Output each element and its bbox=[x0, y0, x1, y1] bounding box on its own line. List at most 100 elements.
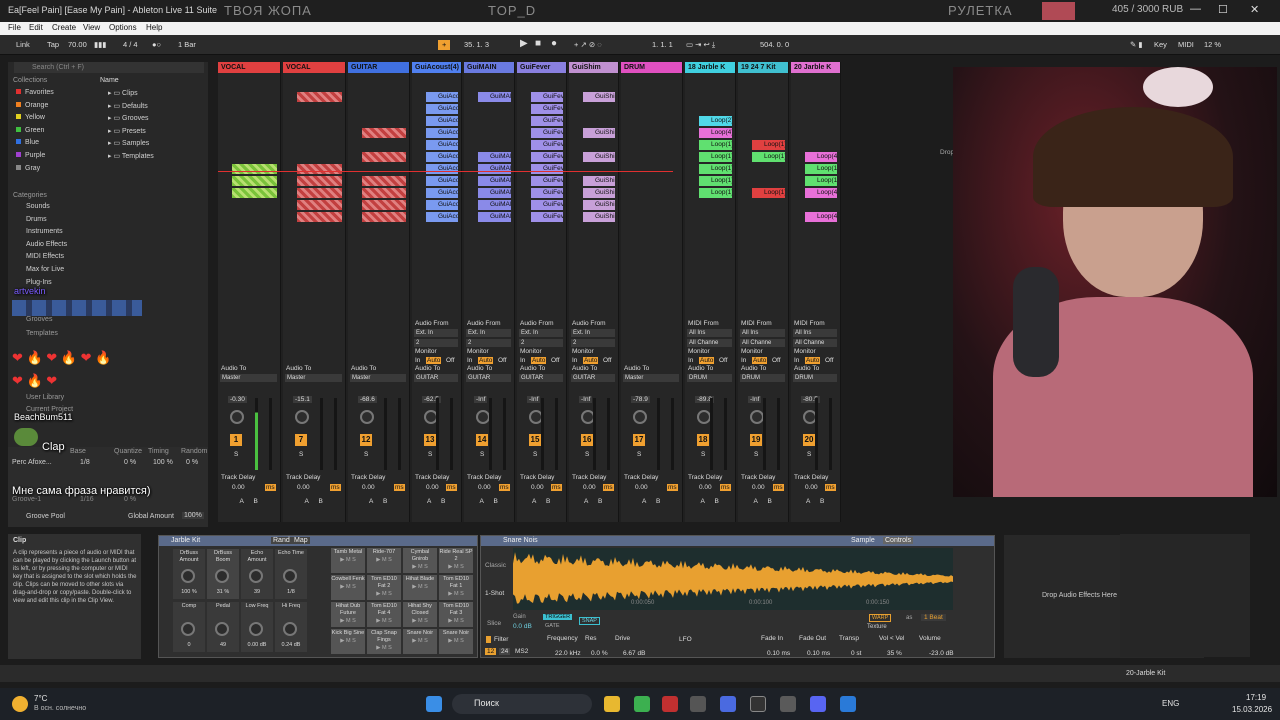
track-delay-unit[interactable]: ms bbox=[394, 484, 405, 491]
clip-slot[interactable] bbox=[362, 200, 406, 210]
quantize-select[interactable]: 1 Bar bbox=[178, 40, 196, 49]
macro-knob[interactable] bbox=[283, 569, 297, 583]
collection-4[interactable]: Blue bbox=[16, 139, 39, 146]
track-header[interactable]: GuiFever bbox=[517, 62, 566, 73]
clip-slot[interactable] bbox=[232, 188, 277, 198]
drum-pad[interactable]: Ride-707 ▶ M S bbox=[367, 548, 401, 573]
drum-pad-buttons[interactable]: ▶ M S bbox=[403, 584, 437, 591]
track-header[interactable]: VOCAL bbox=[283, 62, 345, 73]
menu-create[interactable]: Create bbox=[52, 23, 76, 32]
track-activator-button[interactable]: 7 bbox=[295, 434, 307, 446]
follow-icon[interactable]: ●○ bbox=[152, 40, 161, 49]
solo-button[interactable]: S bbox=[480, 451, 484, 458]
category-0[interactable]: Sounds bbox=[26, 203, 50, 210]
crossfade-b-button[interactable]: B bbox=[383, 498, 387, 505]
fader-track[interactable] bbox=[398, 398, 401, 470]
output-select[interactable]: GUITAR bbox=[414, 374, 458, 382]
input-source-select[interactable]: All Ins bbox=[793, 329, 837, 337]
filter-toggle[interactable]: Filter bbox=[486, 636, 508, 643]
crossfade-b-button[interactable]: B bbox=[656, 498, 660, 505]
clip-slot[interactable]: GuiShim bbox=[583, 212, 615, 222]
clip-slot[interactable]: GuiMAIN bbox=[478, 92, 511, 102]
drum-pad[interactable]: Ride Real SP 2 ▶ M S bbox=[439, 548, 473, 573]
volume-field[interactable]: -Inf bbox=[474, 396, 488, 403]
crossfade-b-button[interactable]: B bbox=[254, 498, 258, 505]
clock-time[interactable]: 17:19 bbox=[1246, 693, 1266, 702]
drum-pad-buttons[interactable]: ▶ M S bbox=[367, 618, 401, 625]
track-delay-unit[interactable]: ms bbox=[603, 484, 614, 491]
track-delay-value[interactable]: 0.00 bbox=[583, 484, 596, 491]
category-2[interactable]: Instruments bbox=[26, 228, 63, 235]
groove-random[interactable]: 0 % bbox=[186, 459, 198, 466]
mode-slice[interactable]: Slice bbox=[487, 620, 501, 627]
clip-slot[interactable]: Loop(4) bbox=[805, 212, 837, 222]
clip-slot[interactable]: GuiShim bbox=[583, 92, 615, 102]
fader-track[interactable] bbox=[450, 398, 453, 470]
tempo-field[interactable]: 70.00 bbox=[68, 40, 87, 49]
track-delay-unit[interactable]: ms bbox=[551, 484, 562, 491]
input-channel-select[interactable]: 2 bbox=[519, 339, 563, 347]
menu-view[interactable]: View bbox=[83, 23, 100, 32]
crossfade-a-button[interactable]: A bbox=[369, 498, 373, 505]
crossfade-a-button[interactable]: A bbox=[642, 498, 646, 505]
clip-slot[interactable]: GuiFever bbox=[531, 116, 563, 126]
monitor-in-button[interactable]: In bbox=[415, 357, 420, 364]
track-delay-value[interactable]: 0.00 bbox=[426, 484, 439, 491]
input-source-select[interactable]: Ext. In bbox=[466, 329, 511, 337]
fader-track[interactable] bbox=[503, 398, 506, 470]
global-amount-field[interactable]: 100% bbox=[182, 512, 204, 519]
crossfade-b-button[interactable]: B bbox=[820, 498, 824, 505]
track-delay-value[interactable]: 0.00 bbox=[699, 484, 712, 491]
drum-pad-buttons[interactable]: ▶ M S bbox=[403, 618, 437, 625]
clip-slot[interactable]: GuiAcoust bbox=[426, 164, 458, 174]
crossfade-b-button[interactable]: B bbox=[319, 498, 323, 505]
clip-slot[interactable] bbox=[297, 164, 342, 174]
track-delay-unit[interactable]: ms bbox=[330, 484, 341, 491]
category-1[interactable]: Drums bbox=[26, 216, 47, 223]
record-button[interactable]: ● bbox=[551, 38, 557, 49]
clip-slot[interactable]: GuiMAIN bbox=[478, 200, 511, 210]
clip-slot[interactable]: GuiFever bbox=[531, 200, 563, 210]
groove-timing[interactable]: 100 % bbox=[153, 459, 173, 466]
solo-button[interactable]: S bbox=[533, 451, 537, 458]
input-source-select[interactable]: All Ins bbox=[687, 329, 732, 337]
clip-slot[interactable]: GuiMAIN bbox=[478, 164, 511, 174]
macro-3[interactable]: Echo Time 1/8 bbox=[275, 549, 307, 599]
crossfade-a-button[interactable]: A bbox=[427, 498, 431, 505]
crossfade-a-button[interactable]: A bbox=[305, 498, 309, 505]
song-position[interactable]: 35. 1. 3 bbox=[464, 40, 489, 49]
loop-icon[interactable]: ▭ ⇥ ↩ ⤓ bbox=[686, 40, 715, 50]
crossfade-a-button[interactable]: A bbox=[806, 498, 810, 505]
drive-value[interactable]: 6.67 dB bbox=[623, 650, 645, 657]
clip-slot[interactable]: GuiAcoust bbox=[426, 212, 458, 222]
clip-slot[interactable]: GuiFever bbox=[531, 92, 563, 102]
macro-knob[interactable] bbox=[215, 622, 229, 636]
track-activator-button[interactable]: 20 bbox=[803, 434, 815, 446]
track-delay-value[interactable]: 0.00 bbox=[805, 484, 818, 491]
warp-beats-select[interactable]: 1 Beat bbox=[921, 614, 946, 621]
pan-knob[interactable] bbox=[633, 410, 647, 424]
clip-slot[interactable] bbox=[297, 200, 342, 210]
warp-button[interactable]: WARP bbox=[869, 614, 892, 622]
folder-2[interactable]: ▸ ▭ Grooves bbox=[108, 114, 149, 122]
drum-pad-buttons[interactable]: ▶ M S bbox=[331, 638, 365, 645]
follow-button[interactable]: + bbox=[438, 40, 451, 50]
input-source-select[interactable]: All Ins bbox=[740, 329, 785, 337]
clip-slot[interactable]: GuiAcoust bbox=[426, 104, 458, 114]
clip-slot[interactable]: Loop(1) bbox=[699, 188, 732, 198]
clip-slot[interactable]: GuiAcoust bbox=[426, 140, 458, 150]
track-activator-button[interactable]: 1 bbox=[230, 434, 242, 446]
track-header[interactable]: DRUM bbox=[621, 62, 682, 73]
collection-6[interactable]: Gray bbox=[16, 164, 40, 172]
track-header[interactable]: 18 Jarble K bbox=[685, 62, 735, 73]
macro-5[interactable]: Pedal 49 bbox=[207, 602, 239, 652]
track-activator-button[interactable]: 19 bbox=[750, 434, 762, 446]
fade-out-value[interactable]: 0.10 ms bbox=[807, 650, 830, 657]
filter-slope-12[interactable]: 12 bbox=[485, 648, 497, 655]
drum-pad-buttons[interactable]: ▶ M S bbox=[403, 564, 437, 571]
crossfade-b-button[interactable]: B bbox=[715, 498, 719, 505]
clip-slot[interactable]: Loop(1) bbox=[699, 164, 732, 174]
map-button[interactable]: Map bbox=[292, 537, 310, 544]
pan-knob[interactable] bbox=[360, 410, 374, 424]
clip-slot[interactable] bbox=[362, 152, 406, 162]
